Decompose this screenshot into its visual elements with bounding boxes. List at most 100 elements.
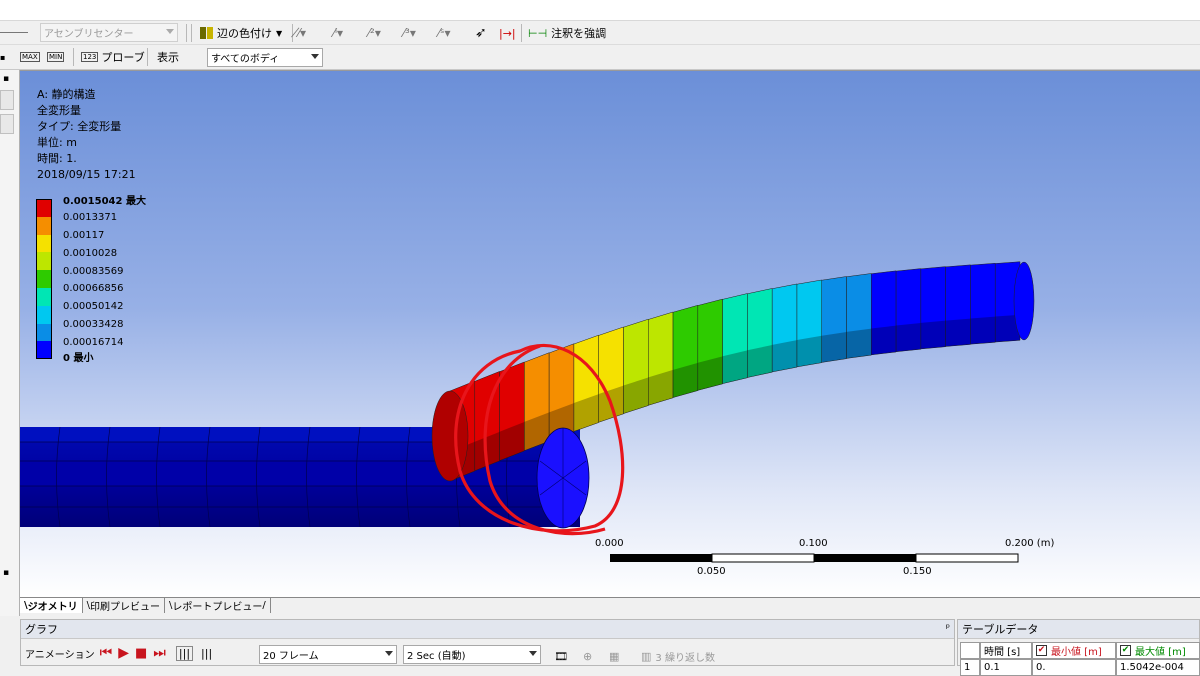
fast-forward-icon[interactable]: ⏭ [153,645,166,661]
result-frames-icon[interactable]: ||| [201,647,212,660]
pipe-shade [945,318,971,347]
graph-panel: グラフ ᵖ アニメーション ⏮ ▶ ■ ⏭ ||| ||| 20 フレーム 2 … [20,619,955,666]
repeat-button[interactable]: ▥ 3 繰り返し数 [641,646,715,666]
pipe-shade [846,328,872,359]
pin-arrow-icon: ➶ [475,25,487,41]
pipe-shade [796,335,822,367]
repeat-label: 3 繰り返し数 [655,652,715,664]
separator [73,48,74,66]
rewind-icon[interactable]: ⏮ [100,645,113,661]
tab-report-preview-label: レポートプレビュー [172,602,263,613]
row-index: 1 [960,659,980,676]
separator [186,24,187,42]
col-max-label: 最大値 [m] [1135,647,1186,658]
pipe-start-cap [431,390,469,482]
chevron-down-icon [529,651,537,656]
edge-display-button-3[interactable]: ⁄²▾ [368,23,381,43]
assembly-center-label: アセンブリセンター [44,29,134,40]
probe-icon: 123 [81,52,99,62]
toolbar-line [0,32,28,33]
zoom-icon: ⊕ [583,649,593,663]
distributed-frames-icon[interactable]: ||| [175,645,194,661]
table-data-panel: テーブルデータ 時間 [s] ✔ 最小値 [m] ✔ 最大値 [m] 1 0.1 0… [957,619,1200,676]
animation-toolbar: アニメーション ⏮ ▶ ■ ⏭ ||| ||| [25,641,222,665]
col-time-label: 時間 [s] [984,647,1021,658]
edge-icon: ⁄²▾ [368,26,381,40]
pipe-end-cap [1013,261,1035,341]
probe-button[interactable]: 123 プローブ [81,47,145,67]
tab-geometry-label: ジオメトリ [27,602,78,613]
left-panel: ▪ ▪ [0,70,20,616]
scale-bar [610,553,1019,563]
checkbox-icon[interactable]: ✔ [1036,645,1047,656]
save-icon: 🎞 [554,649,568,663]
tab-report-preview[interactable]: \ レポートプレビュー / [165,598,271,613]
probe-label: プローブ [101,51,145,64]
frames-grid-button[interactable]: ▦ [609,646,619,666]
tab-geometry[interactable]: \ ジオメトリ [20,598,83,613]
bent-pipe [431,261,1035,482]
edge-icon: ⁄ˡ▾ [333,26,344,40]
tab-print-preview[interactable]: \ 印刷プレビュー [83,598,166,613]
tab-print-preview-label: 印刷プレビュー [90,602,161,613]
edge-display-button-2[interactable]: ⁄ˡ▾ [333,23,343,43]
pin-icon: ▪ [0,52,6,62]
separator [191,24,192,42]
play-icon[interactable]: ▶ [118,645,129,661]
row-min: 0. [1032,659,1116,676]
annotation-emphasis-button[interactable]: ⊢⊣ 注釈を強調 [528,23,606,43]
pin-icon[interactable]: ▪ [3,568,9,578]
show-min-button[interactable]: MIN [47,47,65,67]
edge-color-button[interactable]: 辺の色付け ▼ [200,23,282,43]
body-select[interactable]: すべてのボディ [207,48,323,67]
pipe-shade [896,322,921,352]
pipe-shade [772,340,797,372]
col-time-header[interactable]: 時間 [s] [980,642,1032,659]
pipe-shade [920,320,946,349]
section-icon: |→| [499,26,516,40]
outline-stub[interactable] [0,114,14,134]
separator [147,48,148,66]
section-button[interactable]: |→| [499,23,516,43]
stop-icon[interactable]: ■ [135,646,147,661]
pin-arrow-button[interactable]: ➶ [475,23,487,43]
zoom-button[interactable]: ⊕ [583,646,592,666]
pipe-shade [747,344,773,378]
edge-color-icon [200,27,213,39]
row-max: 1.5042e-004 [1116,659,1200,676]
edge-display-button-5[interactable]: ⁄ˢ▾ [438,23,451,43]
toolbar-result: ▪ MAX MIN 123 プローブ 表示 すべてのボディ [0,45,1200,70]
pipe-shade [871,325,897,355]
chevron-down-icon [385,651,393,656]
frames-value: 20 フレーム [263,651,319,662]
col-max-header[interactable]: ✔ 最大値 [m] [1116,642,1200,659]
pipe-shade [970,316,996,345]
annotation-icon: ⊢⊣ [528,26,548,40]
frames-select[interactable]: 20 フレーム [259,645,397,664]
annotation-emphasis-label: 注釈を強調 [551,27,607,40]
col-min-header[interactable]: ✔ 最小値 [m] [1032,642,1116,659]
edge-display-button-1[interactable]: ⁄̸▾ [298,23,306,43]
scale-label-4: 0.200 (m) [1005,538,1055,549]
export-video-button[interactable]: 🎞 [554,646,568,666]
chevron-down-icon [166,29,174,34]
row-time: 0.1 [980,659,1032,676]
scale-label-2: 0.100 [799,538,828,549]
outline-stub[interactable] [0,90,14,110]
show-max-button[interactable]: MAX [20,47,40,67]
assembly-center-select[interactable]: アセンブリセンター [40,23,178,42]
pin-icon[interactable]: ᵖ [946,623,950,634]
col-min-label: 最小値 [m] [1051,647,1102,658]
edge-color-label: 辺の色付け [217,27,272,40]
graphics-viewport[interactable]: A: 静的構造 全変形量 タイプ: 全変形量 単位: m 時間: 1. 2018… [20,70,1200,597]
pin-icon[interactable]: ▪ [3,74,9,84]
duration-select[interactable]: 2 Sec (自動) [403,645,541,664]
edge-display-button-4[interactable]: ⁄³▾ [403,23,416,43]
toolbar-top: アセンブリセンター 辺の色付け ▼ ⁄̸▾ ⁄ˡ▾ ⁄²▾ ⁄³▾ ⁄ˢ▾ ➶ … [0,21,1200,45]
edge-icon: ⁄̸▾ [298,26,307,40]
top-strip [0,0,1200,21]
separator [521,24,522,42]
checkbox-icon[interactable]: ✔ [1120,645,1131,656]
display-label: 表示 [157,51,179,64]
animation-label: アニメーション [25,649,95,661]
